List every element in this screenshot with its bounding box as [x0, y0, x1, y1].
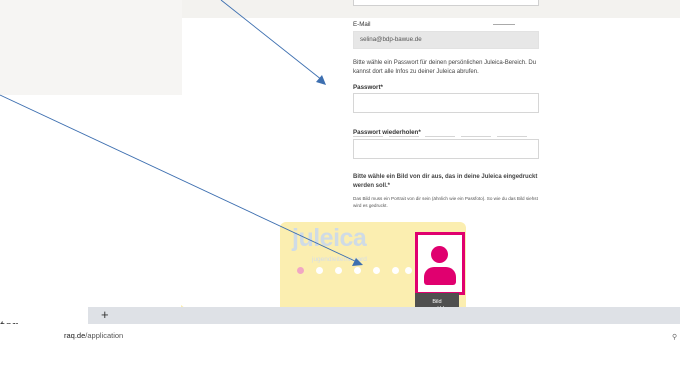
arrow-to-password [220, 0, 323, 81]
arrowhead-photo [352, 258, 363, 266]
arrow-to-photo [0, 94, 358, 263]
annotation-arrows [0, 0, 363, 266]
